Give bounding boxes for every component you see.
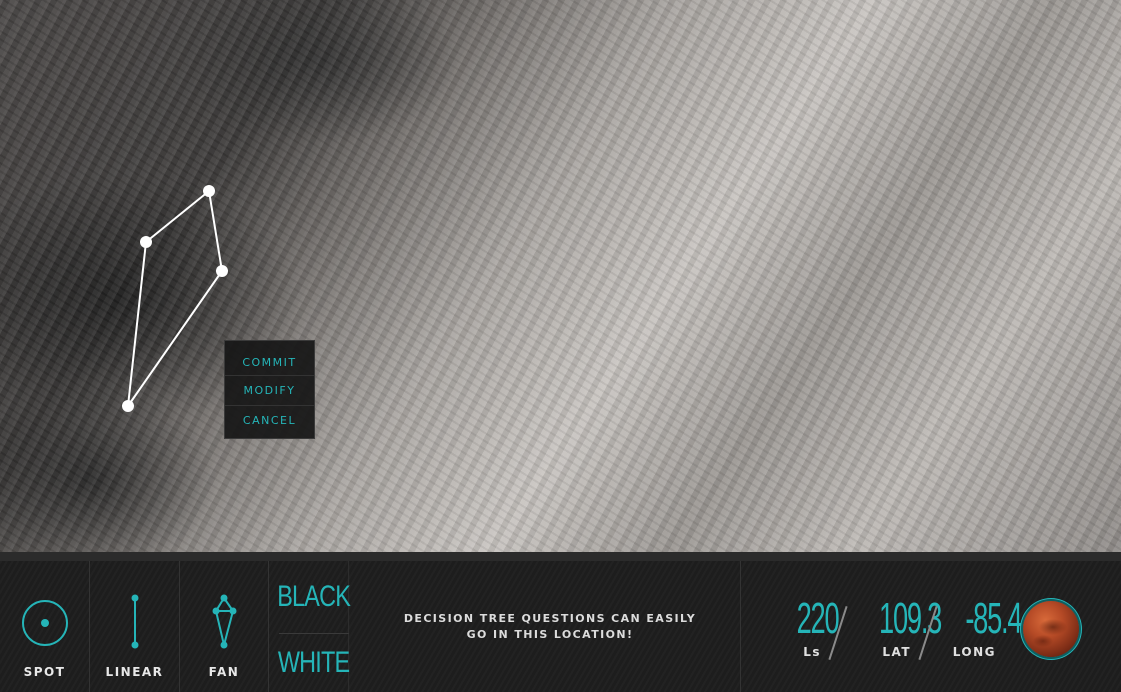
white-mode-button[interactable]: WHITE <box>278 634 350 692</box>
long-readout: -85.4 LONG <box>931 597 1023 660</box>
spot-tool-label: SPOT <box>23 665 66 679</box>
mars-planet-icon[interactable] <box>1023 601 1079 657</box>
polygon-vertex[interactable] <box>122 400 134 412</box>
long-label: LONG <box>952 645 996 659</box>
coordinate-readout: 220 Ls 109.3 LAT -85.4 LONG <box>741 561 1121 692</box>
polygon-vertex[interactable] <box>216 265 228 277</box>
fan-icon <box>212 594 237 649</box>
polygon-annotation[interactable] <box>0 0 1121 552</box>
fan-tool-button[interactable]: FAN <box>180 561 269 692</box>
modify-button[interactable]: MODIFY <box>225 375 314 405</box>
cancel-button[interactable]: CANCEL <box>225 405 314 435</box>
linear-tool-button[interactable]: LINEAR <box>90 561 180 692</box>
lat-readout: 109.3 LAT <box>841 597 942 660</box>
commit-button[interactable]: COMMIT <box>225 349 314 375</box>
lat-label: LAT <box>882 645 911 659</box>
ls-label: Ls <box>803 645 821 659</box>
decision-tree-text: DECISION TREE QUESTIONS CAN EASILY GO IN… <box>403 611 697 641</box>
long-value: -85.4 <box>965 594 1022 643</box>
polygon-vertex[interactable] <box>140 236 152 248</box>
black-mode-button[interactable]: BLACK <box>277 561 351 634</box>
linear-icon <box>131 594 139 649</box>
fan-tool-label: FAN <box>208 665 240 679</box>
polygon-vertex[interactable] <box>203 185 215 197</box>
spot-icon <box>22 600 68 646</box>
ls-value: 220 <box>796 594 840 643</box>
annotation-context-menu: COMMIT MODIFY CANCEL <box>224 340 315 439</box>
decision-tree-message: DECISION TREE QUESTIONS CAN EASILY GO IN… <box>360 561 741 692</box>
ls-readout: 220 Ls <box>771 597 840 660</box>
linear-tool-label: LINEAR <box>105 665 164 679</box>
spot-tool-button[interactable]: SPOT <box>0 561 90 692</box>
polygon-outline <box>127 190 224 407</box>
